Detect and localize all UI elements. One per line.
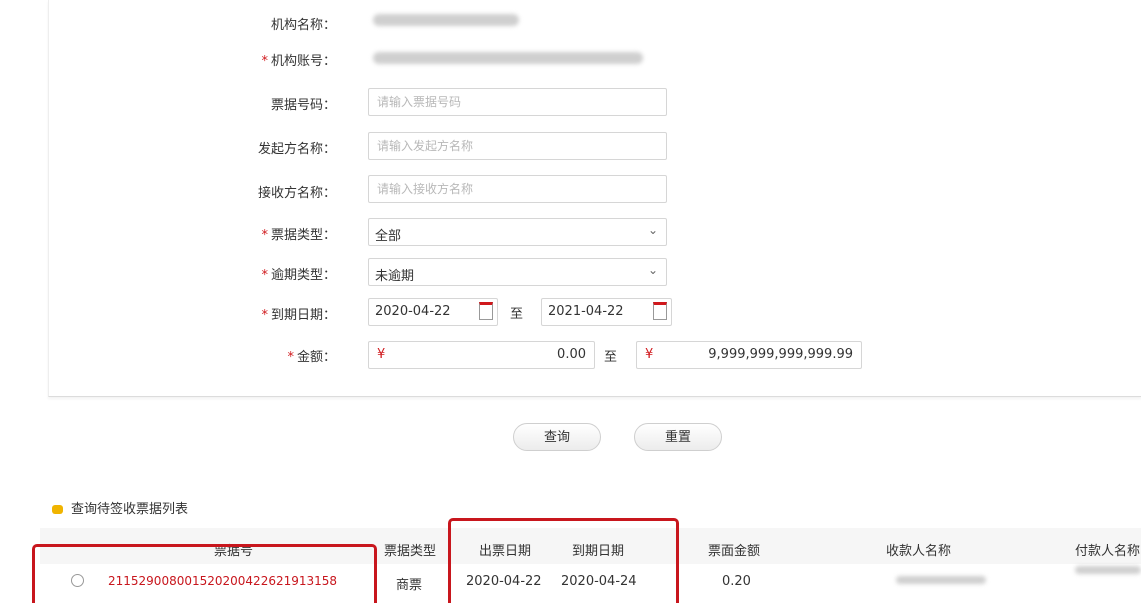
overdue-type-selected-value: 未逾期 bbox=[375, 269, 415, 284]
institution-account-label: * 机构账号： bbox=[166, 50, 336, 69]
bill-number-field[interactable] bbox=[368, 88, 667, 116]
chevron-down-icon: ⌄ bbox=[647, 223, 658, 237]
chevron-down-icon: ⌄ bbox=[647, 263, 658, 277]
bill-type-label-text: 票据类型 bbox=[270, 228, 323, 243]
query-button[interactable]: 查询 bbox=[513, 423, 601, 451]
amount-label: * 金额： bbox=[166, 346, 336, 365]
required-marker: * bbox=[287, 350, 294, 365]
row-amount: 0.20 bbox=[722, 574, 751, 589]
institution-name-colon: ： bbox=[322, 18, 336, 33]
amount-to-value: 9,999,999,999,999.99 bbox=[708, 347, 853, 362]
bill-number-label: 票据号码： bbox=[166, 94, 336, 113]
drawer-name-label: 发起方名称： bbox=[166, 138, 336, 157]
bill-type-select[interactable]: 全部 ⌄ bbox=[368, 218, 667, 246]
calendar-icon[interactable] bbox=[479, 302, 493, 320]
payee-name-label-text: 接收方名称 bbox=[257, 186, 323, 201]
due-date-label-text: 到期日期 bbox=[270, 308, 323, 323]
bill-type-colon: ： bbox=[322, 228, 336, 243]
bill-number-label-text: 票据号码 bbox=[270, 98, 323, 113]
row-bill-type: 商票 bbox=[396, 578, 423, 593]
bill-number-input[interactable] bbox=[369, 89, 666, 115]
bill-type-selected-value: 全部 bbox=[375, 229, 402, 244]
due-date-from-field[interactable]: 2020-04-22 bbox=[368, 298, 498, 326]
drawer-name-input[interactable] bbox=[369, 133, 666, 159]
yen-icon: ¥ bbox=[377, 347, 386, 362]
payee-name-colon: ： bbox=[322, 186, 336, 201]
institution-account-colon: ： bbox=[322, 54, 336, 69]
overdue-type-label-text: 逾期类型 bbox=[270, 268, 323, 283]
institution-name-value-redacted bbox=[373, 14, 519, 26]
drawer-name-colon: ： bbox=[322, 142, 336, 157]
required-marker: * bbox=[261, 54, 268, 69]
column-header-payer-name: 付款人名称 bbox=[1075, 544, 1141, 559]
required-marker: * bbox=[261, 228, 268, 243]
institution-name-label: 机构名称： bbox=[166, 14, 336, 33]
amount-to-field[interactable]: ¥ 9,999,999,999,999.99 bbox=[636, 341, 862, 369]
payee-name-label: 接收方名称： bbox=[166, 182, 336, 201]
column-header-bill-type: 票据类型 bbox=[384, 544, 437, 559]
list-section-title: 查询待签收票据列表 bbox=[52, 498, 188, 517]
amount-from-value: 0.00 bbox=[557, 347, 586, 362]
bill-number-colon: ： bbox=[322, 98, 336, 113]
payee-name-field[interactable] bbox=[368, 175, 667, 203]
overdue-type-select[interactable]: 未逾期 ⌄ bbox=[368, 258, 667, 286]
payee-name-input[interactable] bbox=[369, 176, 666, 202]
calendar-icon[interactable] bbox=[653, 302, 667, 320]
row-payer-name-redacted bbox=[1075, 566, 1141, 574]
amount-range-separator: 至 bbox=[604, 350, 618, 365]
due-date-label: * 到期日期： bbox=[166, 304, 336, 323]
column-header-amount: 票面金额 bbox=[708, 544, 761, 559]
amount-label-text: 金额 bbox=[296, 350, 323, 365]
required-marker: * bbox=[261, 268, 268, 283]
institution-account-label-text: 机构账号 bbox=[270, 54, 323, 69]
column-header-payee-name: 收款人名称 bbox=[886, 544, 952, 559]
highlight-dates bbox=[448, 518, 679, 603]
amount-from-field[interactable]: ¥ 0.00 bbox=[368, 341, 595, 369]
reset-button[interactable]: 重置 bbox=[634, 423, 722, 451]
row-payee-name-redacted bbox=[896, 576, 986, 584]
institution-account-value-redacted bbox=[373, 52, 643, 64]
due-date-colon: ： bbox=[322, 308, 336, 323]
highlight-bill-no bbox=[32, 544, 377, 603]
amount-colon: ： bbox=[322, 350, 336, 365]
list-section-icon bbox=[52, 505, 63, 514]
drawer-name-field[interactable] bbox=[368, 132, 667, 160]
overdue-type-colon: ： bbox=[322, 268, 336, 283]
required-marker: * bbox=[261, 308, 268, 323]
due-date-to-field[interactable]: 2021-04-22 bbox=[541, 298, 672, 326]
overdue-type-label: * 逾期类型： bbox=[166, 264, 336, 283]
due-date-to-value: 2021-04-22 bbox=[548, 304, 624, 319]
drawer-name-label-text: 发起方名称 bbox=[257, 142, 323, 157]
due-date-range-separator: 至 bbox=[510, 307, 524, 322]
due-date-from-value: 2020-04-22 bbox=[375, 304, 451, 319]
bill-type-label: * 票据类型： bbox=[166, 224, 336, 243]
list-section-title-text: 查询待签收票据列表 bbox=[71, 502, 189, 517]
institution-name-label-text: 机构名称 bbox=[270, 18, 323, 33]
yen-icon: ¥ bbox=[645, 347, 654, 362]
